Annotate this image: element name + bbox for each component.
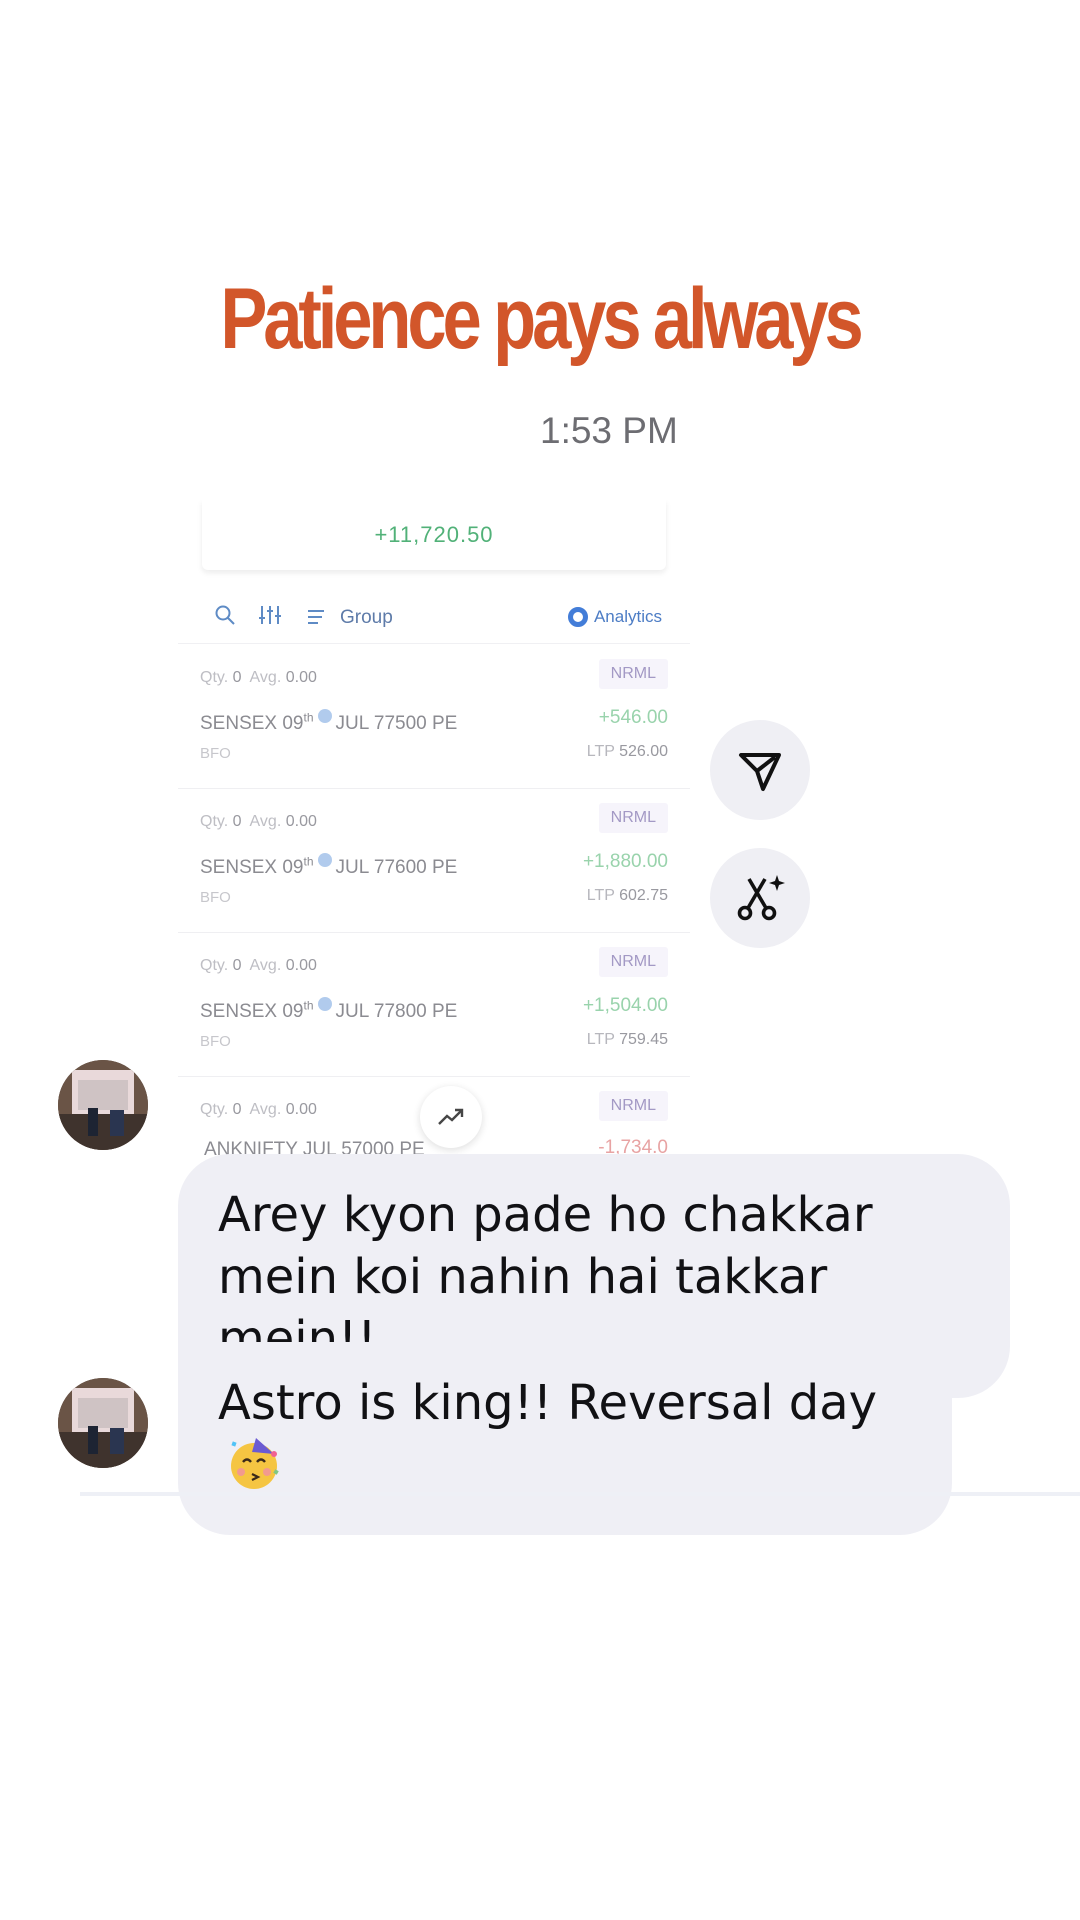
instrument-name-suffix: th (303, 854, 314, 869)
message-timestamp: 1:53 PM (540, 410, 678, 451)
position-qty-avg: Qty. 0 Avg. 0.00 (200, 813, 317, 831)
position-row[interactable]: Qty. 0 Avg. 0.00 NRML SENSEX 09th JUL 776… (178, 789, 690, 933)
send-icon (739, 753, 781, 791)
qty-label: Qty. (200, 669, 229, 686)
post-headline: Patience pays always (220, 271, 863, 367)
instrument-name: SENSEX 09th JUL 77600 PE (200, 853, 457, 879)
total-pnl: +11,720.50 (374, 522, 494, 547)
ltp-label: LTP (586, 743, 615, 760)
position-row[interactable]: Qty. 0 Avg. 0.00 NRML SENSEX 09th JUL 778… (178, 933, 690, 1077)
avatar-photo-icon (58, 1060, 148, 1150)
instrument-name-strike: JUL 77500 PE (335, 713, 458, 734)
position-pnl: +546.00 (598, 707, 668, 728)
avg-value: 0.00 (285, 1101, 317, 1118)
exchange-label: BFO (200, 745, 231, 762)
search-icon[interactable] (214, 604, 236, 631)
position-qty-avg: Qty. 0 Avg. 0.00 (200, 669, 317, 687)
analytics-label: Analytics (593, 607, 662, 626)
ltp-label: LTP (586, 887, 615, 904)
ai-edit-button[interactable] (710, 848, 810, 948)
avatar[interactable] (58, 1378, 148, 1468)
ltp-value: 759.45 (619, 1031, 668, 1048)
positions-toolbar: Group Analytics (178, 590, 690, 644)
exchange-label: BFO (200, 889, 231, 906)
product-badge: NRML (598, 947, 668, 977)
instrument-name: SENSEX 09th JUL 77800 PE (200, 997, 457, 1023)
list-icon (306, 608, 326, 631)
instrument-name-suffix: th (303, 998, 314, 1013)
position-ltp: LTP 602.75 (587, 887, 668, 905)
position-ltp: LTP 759.45 (587, 1031, 668, 1049)
avatar[interactable] (58, 1060, 148, 1150)
shared-screenshot[interactable]: +11,720.50 Group Analytics Qty. 0 Avg. 0… (178, 500, 690, 1172)
qty-label: Qty. (200, 813, 229, 830)
position-ltp: LTP 526.00 (587, 743, 668, 761)
qty-value: 0 (232, 669, 242, 686)
ltp-value: 526.00 (619, 743, 668, 760)
weekly-expiry-icon (317, 997, 332, 1011)
message-text: Astro is king!! Reversal day (218, 1375, 878, 1431)
partying-face-icon (226, 1434, 284, 1507)
qty-label: Qty. (200, 1101, 229, 1118)
message-text: Arey kyon pade ho chakkar mein koi nahin… (218, 1187, 873, 1367)
product-badge: NRML (598, 803, 668, 833)
ltp-label: LTP (586, 1031, 615, 1048)
instrument-name-main: SENSEX 09 (200, 1001, 304, 1022)
analytics-button[interactable]: Analytics (567, 607, 662, 627)
analytics-icon (567, 607, 588, 627)
trending-up-icon (438, 1108, 464, 1125)
product-badge: NRML (598, 659, 668, 689)
qty-value: 0 (232, 957, 242, 974)
divider (80, 1492, 1080, 1496)
trend-button[interactable] (420, 1086, 482, 1148)
instrument-name: SENSEX 09th JUL 77500 PE (200, 709, 457, 735)
product-badge: NRML (598, 1091, 668, 1121)
position-pnl: +1,880.00 (582, 851, 668, 872)
exchange-label: BFO (200, 1033, 231, 1050)
avg-label: Avg. (249, 957, 282, 974)
instrument-name-strike: JUL 77600 PE (335, 857, 458, 878)
instrument-name-strike: JUL 77800 PE (335, 1001, 458, 1022)
weekly-expiry-icon (317, 853, 332, 867)
avg-value: 0.00 (285, 957, 317, 974)
qty-label: Qty. (200, 957, 229, 974)
position-qty-avg: Qty. 0 Avg. 0.00 (200, 957, 317, 975)
avg-label: Avg. (249, 813, 282, 830)
avg-label: Avg. (249, 1101, 282, 1118)
qty-value: 0 (232, 813, 242, 830)
position-qty-avg: Qty. 0 Avg. 0.00 (200, 1101, 317, 1119)
instrument-name-suffix: th (303, 710, 314, 725)
instrument-name-main: SENSEX 09 (200, 713, 304, 734)
position-pnl: +1,504.00 (582, 995, 668, 1016)
sliders-icon[interactable] (258, 604, 282, 631)
share-button[interactable] (710, 720, 810, 820)
group-button[interactable]: Group (340, 607, 393, 629)
avg-value: 0.00 (285, 669, 317, 686)
pnl-summary-card: +11,720.50 (202, 500, 666, 570)
qty-value: 0 (232, 1101, 242, 1118)
avatar-photo-icon (58, 1378, 148, 1468)
message-bubble[interactable]: Astro is king!! Reversal day (178, 1342, 952, 1535)
instrument-name-main: SENSEX 09 (200, 857, 304, 878)
avg-label: Avg. (249, 669, 282, 686)
position-row[interactable]: Qty. 0 Avg. 0.00 NRML SENSEX 09th JUL 775… (178, 645, 690, 789)
ltp-value: 602.75 (619, 887, 668, 904)
avg-value: 0.00 (285, 813, 317, 830)
ai-scissors-icon (737, 875, 785, 921)
weekly-expiry-icon (317, 709, 332, 723)
